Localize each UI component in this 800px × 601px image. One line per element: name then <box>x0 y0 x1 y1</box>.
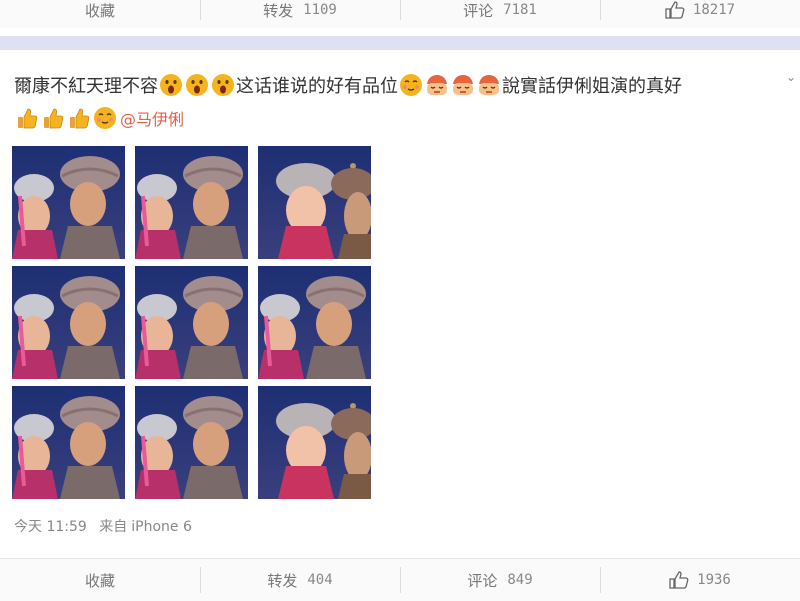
photo-7[interactable] <box>12 386 125 499</box>
like-count: 18217 <box>692 2 736 18</box>
photo-3[interactable] <box>258 146 371 259</box>
comment-label: 评论 <box>467 571 498 590</box>
like-button[interactable]: 1936 <box>600 559 800 601</box>
photo-4[interactable] <box>12 266 125 379</box>
thumbs-up-icon <box>67 106 91 130</box>
comment-label: 评论 <box>463 1 494 20</box>
repost-label: 转发 <box>267 571 298 590</box>
chevron-down-icon[interactable]: ⌄ <box>786 70 796 84</box>
photo-1[interactable] <box>12 146 125 259</box>
comment-button[interactable]: 评论 7181 <box>400 0 600 28</box>
post-text-part-2: 这话谁说的好有品位 <box>236 76 398 97</box>
collect-label: 收藏 <box>84 1 115 20</box>
post-source[interactable]: iPhone 6 <box>131 519 192 535</box>
repost-label: 转发 <box>263 1 294 20</box>
comment-count: 849 <box>507 572 533 588</box>
shy-face-icon <box>399 73 423 97</box>
bow-face-icon <box>451 73 475 97</box>
shocked-face-icon <box>185 73 209 97</box>
comment-button[interactable]: 评论 849 <box>400 559 600 601</box>
shocked-face-icon <box>211 73 235 97</box>
photo-9[interactable] <box>258 386 371 499</box>
repost-button[interactable]: 转发 404 <box>200 559 400 601</box>
like-button[interactable]: 18217 <box>600 0 800 28</box>
thumbs-up-icon <box>669 571 689 589</box>
collect-button[interactable]: 收藏 <box>0 559 200 601</box>
comment-count: 7181 <box>503 2 537 18</box>
feed-divider <box>0 36 800 50</box>
collect-button[interactable]: 收藏 <box>0 0 200 28</box>
like-count: 1936 <box>697 572 731 588</box>
collect-label: 收藏 <box>84 571 115 590</box>
thumbs-up-icon <box>15 106 39 130</box>
weibo-post: ⌄ 爾康不紅天理不容 这话谁说的好有品位 說實話伊俐姐演的真好 @马伊俐 今天 … <box>0 50 800 558</box>
photo-5[interactable] <box>135 266 248 379</box>
post-time[interactable]: 今天 11:59 <box>14 519 87 535</box>
bow-face-icon <box>477 73 501 97</box>
post-text-line-2: @马伊俐 <box>14 106 184 130</box>
photo-6[interactable] <box>258 266 371 379</box>
post-text-part-3: 說實話伊俐姐演的真好 <box>502 76 682 97</box>
photo-8[interactable] <box>135 386 248 499</box>
bottom-action-bar: 收藏 转发 404 评论 849 1936 <box>0 558 800 601</box>
thumbs-up-icon <box>665 1 685 19</box>
top-action-bar: 收藏 转发 1109 评论 7181 18217 <box>0 0 800 28</box>
photo-grid <box>12 146 371 502</box>
thumbs-up-icon <box>41 106 65 130</box>
photo-2[interactable] <box>135 146 248 259</box>
repost-button[interactable]: 转发 1109 <box>200 0 400 28</box>
repost-count: 404 <box>307 572 333 588</box>
mention-link[interactable]: @马伊俐 <box>120 106 184 130</box>
shocked-face-icon <box>159 73 183 97</box>
shy-face-icon <box>93 106 117 130</box>
bow-face-icon <box>425 73 449 97</box>
post-text-part-1: 爾康不紅天理不容 <box>14 76 158 97</box>
repost-count: 1109 <box>303 2 337 18</box>
post-text-line-1: 爾康不紅天理不容 这话谁说的好有品位 說實話伊俐姐演的真好 <box>14 72 682 98</box>
post-meta: 今天 11:59 来自 iPhone 6 <box>14 516 200 536</box>
source-prefix: 来自 <box>99 519 128 535</box>
